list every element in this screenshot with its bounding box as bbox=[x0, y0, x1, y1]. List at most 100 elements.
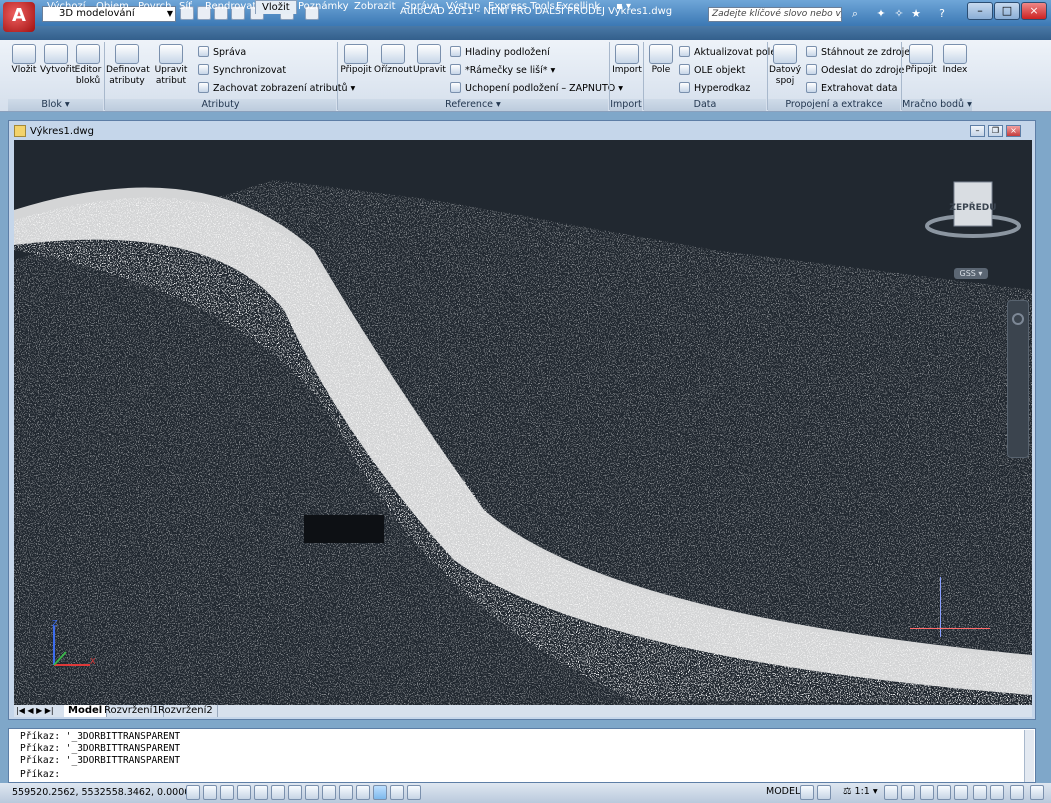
communication-center-icon[interactable]: ✦ bbox=[874, 7, 888, 21]
block-editor-button[interactable]: Editor bloků bbox=[72, 44, 104, 87]
retain-attribute-display-button[interactable]: Zachovat zobrazení atributů ▾ bbox=[198, 82, 355, 96]
panel-label-import: Import bbox=[610, 99, 642, 111]
dynamic-input-icon[interactable] bbox=[339, 785, 353, 800]
ole-object-button[interactable]: OLE objekt bbox=[679, 64, 745, 78]
field-button[interactable]: Pole bbox=[645, 44, 677, 76]
underlay-layers-button[interactable]: Hladiny podložení bbox=[450, 46, 550, 60]
update-fields-button[interactable]: Aktualizovat pole bbox=[679, 46, 776, 60]
object-snap-tracking-icon[interactable] bbox=[305, 785, 319, 800]
hardware-acceleration-icon[interactable] bbox=[954, 785, 968, 800]
tab-povrch[interactable]: Povrch bbox=[132, 0, 177, 14]
edit-attribute-button[interactable]: Upravit atribut bbox=[150, 44, 192, 87]
extract-data-button[interactable]: Extrahovat data bbox=[806, 82, 898, 96]
data-link-button[interactable]: Datový spoj bbox=[769, 44, 801, 87]
auto-scale-icon[interactable] bbox=[901, 785, 915, 800]
adjust-button[interactable]: Upravit bbox=[413, 44, 446, 76]
point-cloud-index-button[interactable]: Index bbox=[939, 44, 971, 76]
insert-block-button[interactable]: Vložit bbox=[8, 44, 40, 76]
maximize-button[interactable]: □ bbox=[994, 2, 1020, 20]
tab-zobrazit[interactable]: Zobrazit bbox=[348, 0, 402, 14]
application-menu-button[interactable]: A bbox=[3, 2, 35, 32]
ribbon-tab-bar bbox=[0, 26, 1051, 40]
attach-point-cloud-button[interactable]: Připojit bbox=[905, 44, 937, 76]
clip-button[interactable]: Oříznout bbox=[374, 44, 412, 76]
annotation-scale[interactable]: ⚖ 1:1 ▾ bbox=[843, 786, 878, 797]
underlay-snap-dropdown[interactable]: Uchopení podložení – ZAPNUTO ▾ bbox=[450, 82, 623, 96]
subscription-icon[interactable]: ✧ bbox=[892, 7, 906, 21]
download-from-source-button[interactable]: Stáhnout ze zdroje bbox=[806, 46, 910, 60]
drawing-minimize-button[interactable]: – bbox=[970, 125, 985, 137]
quick-properties-icon[interactable] bbox=[390, 785, 404, 800]
layers-icon bbox=[450, 46, 461, 57]
hyperlink-button[interactable]: Hyperodkaz bbox=[679, 82, 750, 96]
quick-view-drawings-icon[interactable] bbox=[817, 785, 831, 800]
import-button[interactable]: Import bbox=[611, 44, 643, 76]
polar-tracking-icon[interactable] bbox=[254, 785, 268, 800]
command-history-line: Příkaz: '_3DORBITTRANSPARENT bbox=[20, 755, 181, 766]
ortho-mode-icon[interactable] bbox=[237, 785, 251, 800]
ucs-menu[interactable]: GSS ▾ bbox=[954, 268, 988, 279]
layout-nav-arrows-icon[interactable]: |◀ ◀ ▶ ▶| bbox=[16, 706, 54, 715]
clean-screen-icon[interactable] bbox=[1030, 785, 1044, 800]
tab-vlozit[interactable]: Vložit bbox=[255, 0, 297, 14]
tab-sit[interactable]: Síť bbox=[173, 0, 198, 14]
tab-sprava[interactable]: Správa bbox=[398, 0, 445, 14]
drawing-close-button[interactable]: × bbox=[1006, 125, 1021, 137]
panel-label-mracno-bodu[interactable]: Mračno bodů ▾ bbox=[902, 99, 972, 111]
synchronize-button[interactable]: Synchronizovat bbox=[198, 64, 286, 78]
selection-cycling-icon[interactable] bbox=[407, 785, 421, 800]
quick-view-layouts-icon[interactable] bbox=[800, 785, 814, 800]
tab-rendrovat[interactable]: Rendrovat bbox=[199, 0, 262, 14]
transparency-icon[interactable] bbox=[373, 785, 387, 800]
panel-label-propojeni: Propojení a extrakce bbox=[768, 99, 900, 111]
upload-icon bbox=[806, 64, 817, 75]
help-icon[interactable]: ? bbox=[935, 7, 949, 21]
extract-icon bbox=[806, 82, 817, 93]
upload-to-source-button[interactable]: Odeslat do zdroje bbox=[806, 64, 904, 78]
toolbar-lock-icon[interactable] bbox=[937, 785, 951, 800]
create-block-button[interactable]: Vytvořit bbox=[40, 44, 75, 76]
drawing-restore-button[interactable]: ❐ bbox=[988, 125, 1003, 137]
annotation-visibility-icon[interactable] bbox=[884, 785, 898, 800]
tab-objem[interactable]: Objem bbox=[90, 0, 135, 14]
tab-poznamky[interactable]: Poznámky bbox=[292, 0, 355, 14]
model-space-toggle[interactable]: MODEL bbox=[766, 786, 800, 797]
viewcube[interactable]: ZEPŘEDU bbox=[924, 178, 1022, 244]
favorites-star-icon[interactable]: ★ bbox=[909, 7, 923, 21]
tab-vystup[interactable]: Výstup bbox=[440, 0, 486, 14]
workspace-switching-icon[interactable] bbox=[920, 785, 934, 800]
infer-constraints-icon[interactable] bbox=[186, 785, 200, 800]
attach-reference-button[interactable]: Připojit bbox=[340, 44, 372, 76]
snap-mode-icon[interactable] bbox=[203, 785, 217, 800]
model-viewport[interactable] bbox=[14, 140, 1032, 705]
drawing-title: Výkres1.dwg bbox=[30, 126, 94, 137]
panel-label-data: Data bbox=[644, 99, 766, 111]
panel-label-reference[interactable]: Reference ▾ bbox=[338, 99, 608, 111]
dynamic-ucs-icon[interactable] bbox=[322, 785, 336, 800]
coordinates-readout[interactable]: 559520.2562, 5532558.3462, 0.0000 bbox=[12, 787, 190, 798]
tab-vychozi[interactable]: Výchozí bbox=[41, 0, 91, 14]
create-block-icon bbox=[44, 44, 68, 64]
tab-excellink[interactable]: Excellink bbox=[550, 0, 606, 14]
panel-label-blok[interactable]: Blok ▾ bbox=[8, 99, 103, 111]
minimize-button[interactable]: – bbox=[967, 2, 993, 20]
3d-object-snap-icon[interactable] bbox=[288, 785, 302, 800]
grid-display-icon[interactable] bbox=[220, 785, 234, 800]
tab-rozvrzeni2[interactable]: Rozvržení2 bbox=[154, 705, 218, 717]
lightbulb-icon[interactable] bbox=[990, 785, 1004, 800]
ribbon-options-icon[interactable]: ▪ ▾ bbox=[610, 0, 637, 14]
define-attributes-button[interactable]: Definovat atributy bbox=[106, 44, 150, 87]
command-scrollbar[interactable] bbox=[1024, 730, 1034, 782]
navigation-bar[interactable] bbox=[1007, 300, 1029, 458]
close-button[interactable]: × bbox=[1021, 2, 1047, 20]
command-prompt[interactable]: Příkaz: bbox=[20, 769, 60, 780]
frames-dropdown[interactable]: *Rámečky se liší* ▾ bbox=[450, 64, 555, 78]
steering-wheel-icon[interactable] bbox=[1012, 313, 1024, 325]
object-snap-icon[interactable] bbox=[271, 785, 285, 800]
binoculars-icon[interactable]: ⌕ bbox=[848, 7, 862, 21]
status-tray-settings-icon[interactable] bbox=[1010, 785, 1024, 800]
lineweight-icon[interactable] bbox=[356, 785, 370, 800]
manage-attributes-button[interactable]: Správa bbox=[198, 46, 246, 60]
search-input[interactable]: Zadejte klíčové slovo nebo výraz. bbox=[708, 7, 842, 22]
isolate-objects-icon[interactable] bbox=[973, 785, 987, 800]
